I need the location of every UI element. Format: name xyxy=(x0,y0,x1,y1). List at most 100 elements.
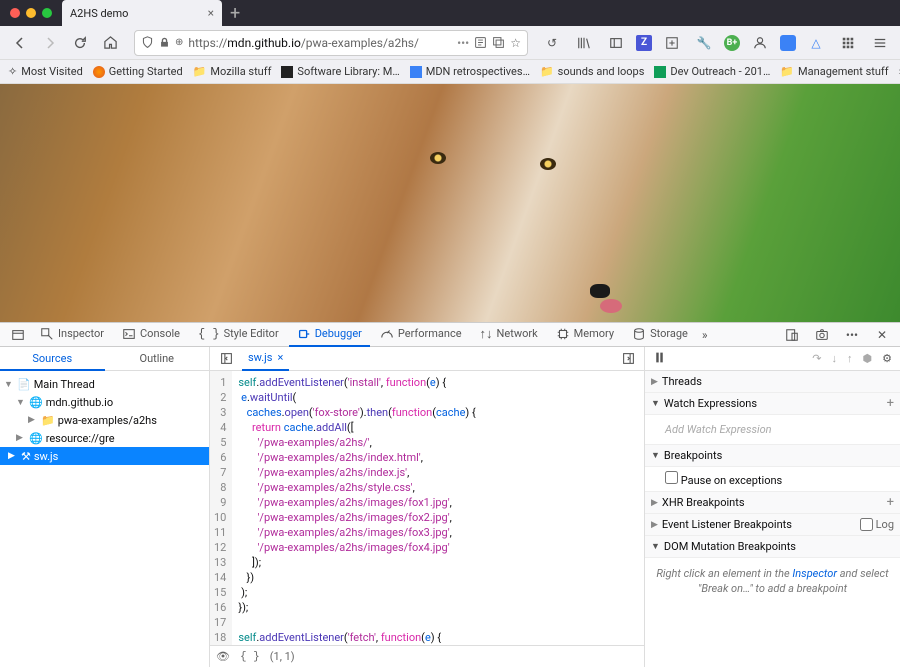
panel-xhr[interactable]: ▶XHR Breakpoints+ xyxy=(645,492,900,514)
pause-on-exceptions-checkbox[interactable]: Pause on exceptions xyxy=(665,474,782,487)
add-watch-icon[interactable]: + xyxy=(887,396,894,411)
devtools-menu-icon[interactable]: ••• xyxy=(840,323,864,347)
tab-network[interactable]: ↑↓Network xyxy=(472,323,546,347)
step-in-button[interactable]: ↓ xyxy=(832,352,838,365)
responsive-mode-icon[interactable] xyxy=(780,323,804,347)
panel-breakpoints[interactable]: ▼Breakpoints xyxy=(645,445,900,467)
panel-threads[interactable]: ▶Threads xyxy=(645,371,900,393)
editor-footer: 👁 { } (1, 1) xyxy=(210,645,644,667)
permissions-icon[interactable]: ⊕ xyxy=(175,37,183,48)
screenshot-icon[interactable] xyxy=(810,323,834,347)
ext-wrench-icon[interactable]: 🔧 xyxy=(692,31,716,55)
log-checkbox[interactable]: Log xyxy=(860,518,894,531)
ext-triangle-icon[interactable]: △ xyxy=(804,31,828,55)
close-window-icon[interactable] xyxy=(10,8,20,18)
panel-watch[interactable]: ▼Watch Expressions+ xyxy=(645,393,900,415)
reader-icon[interactable] xyxy=(474,36,487,49)
page-actions-icon[interactable]: ••• xyxy=(457,36,469,50)
bookmark-item[interactable]: 📁 sounds and loops xyxy=(540,65,644,78)
code-viewer[interactable]: 1234567891011121314151617181920 self.add… xyxy=(210,371,644,645)
pause-button[interactable] xyxy=(653,351,666,367)
code-editor: sw.js× 1234567891011121314151617181920 s… xyxy=(210,347,645,667)
deactivate-breakpoints-button[interactable]: ⬢ xyxy=(863,352,873,365)
window-tabs-bar: A2HS demo × + xyxy=(0,0,900,26)
bookmarks-toolbar: ✧ Most Visited Getting Started 📁 Mozilla… xyxy=(0,60,900,84)
sources-tab[interactable]: Sources xyxy=(0,347,105,371)
toggle-sources-icon[interactable] xyxy=(214,347,238,371)
tab-inspector[interactable]: Inspector xyxy=(32,323,112,347)
forward-button[interactable] xyxy=(38,31,62,55)
bookmark-item[interactable]: Dev Outreach - 201… xyxy=(654,65,770,78)
open-file-tab[interactable]: sw.js× xyxy=(242,347,289,371)
navigation-toolbar: ⊕ https://mdn.github.io/pwa-examples/a2h… xyxy=(0,26,900,60)
step-over-button[interactable]: ↷ xyxy=(812,352,821,365)
toolbar-right: ↺ Z 🔧 B+ △ xyxy=(540,31,892,55)
zoom-reset-icon[interactable] xyxy=(492,36,505,49)
tree-main-thread[interactable]: ▼📄 Main Thread xyxy=(0,375,209,393)
ext-green-icon[interactable]: B+ xyxy=(724,35,740,51)
tree-resource[interactable]: ▶🌐 resource://gre xyxy=(0,429,209,447)
prettify-icon[interactable]: { } xyxy=(240,651,260,663)
tab-title: A2HS demo xyxy=(70,7,128,20)
source-map-icon[interactable]: 👁 xyxy=(216,650,230,663)
panel-event[interactable]: ▶Event Listener BreakpointsLog xyxy=(645,514,900,536)
url-text: https://mdn.github.io/pwa-examples/a2hs/ xyxy=(188,36,452,50)
tree-folder[interactable]: ▶📁 pwa-examples/a2hs xyxy=(0,411,209,429)
watch-input[interactable]: Add Watch Expression xyxy=(665,419,892,440)
back-button[interactable] xyxy=(8,31,32,55)
ext-z-icon[interactable]: Z xyxy=(636,35,652,51)
tab-debugger[interactable]: Debugger xyxy=(289,323,370,347)
debugger-controls: ↷ ↓ ↑ ⬢ ⚙ xyxy=(645,347,900,371)
new-tab-button[interactable]: + xyxy=(222,3,248,24)
maximize-window-icon[interactable] xyxy=(42,8,52,18)
debugger-settings-icon[interactable]: ⚙ xyxy=(882,352,892,365)
tree-file-selected[interactable]: ▶⚒ sw.js xyxy=(0,447,209,465)
toggle-right-pane-icon[interactable] xyxy=(616,347,640,371)
close-tab-icon[interactable]: × xyxy=(208,6,214,20)
ext-grid-icon[interactable] xyxy=(836,31,860,55)
outline-tab[interactable]: Outline xyxy=(105,347,210,371)
address-bar[interactable]: ⊕ https://mdn.github.io/pwa-examples/a2h… xyxy=(134,30,528,56)
cursor-position: (1, 1) xyxy=(270,650,295,663)
devtools-close-icon[interactable]: ✕ xyxy=(870,323,894,347)
tab-console[interactable]: Console xyxy=(114,323,188,347)
fox-tongue-decoration xyxy=(600,299,622,313)
browser-tab[interactable]: A2HS demo × xyxy=(62,0,222,26)
tab-style-editor[interactable]: { }Style Editor xyxy=(190,323,287,347)
bookmark-item[interactable]: Getting Started xyxy=(93,65,183,78)
close-file-icon[interactable]: × xyxy=(278,351,284,364)
history-icon[interactable]: ↺ xyxy=(540,31,564,55)
bookmark-item[interactable]: MDN retrospectives… xyxy=(410,65,530,78)
ext-icon-1[interactable] xyxy=(660,31,684,55)
ext-blue-icon[interactable] xyxy=(780,35,796,51)
tree-domain[interactable]: ▼🌐 mdn.github.io xyxy=(0,393,209,411)
lock-icon[interactable] xyxy=(159,37,170,48)
sidebar-icon[interactable] xyxy=(604,31,628,55)
debugger-right-pane: ↷ ↓ ↑ ⬢ ⚙ ▶Threads ▼Watch Expressions+ A… xyxy=(645,347,900,667)
iframe-picker-icon[interactable] xyxy=(6,323,30,347)
devtools-overflow-icon[interactable]: » xyxy=(698,328,712,342)
minimize-window-icon[interactable] xyxy=(26,8,36,18)
devtools-tabbar: Inspector Console { }Style Editor Debugg… xyxy=(0,323,900,347)
tab-performance[interactable]: Performance xyxy=(372,323,470,347)
bookmark-item[interactable]: Software Library: M… xyxy=(281,65,399,78)
home-button[interactable] xyxy=(98,31,122,55)
account-icon[interactable] xyxy=(748,31,772,55)
step-out-button[interactable]: ↑ xyxy=(847,352,853,365)
bookmark-star-icon[interactable]: ☆ xyxy=(510,36,521,50)
fox-eye-decoration xyxy=(540,158,556,170)
menu-button[interactable] xyxy=(868,31,892,55)
add-xhr-icon[interactable]: + xyxy=(887,495,894,510)
page-content-image xyxy=(0,84,900,322)
bookmark-item[interactable]: 📁 Mozilla stuff xyxy=(193,65,272,78)
library-icon[interactable] xyxy=(572,31,596,55)
tab-storage[interactable]: Storage xyxy=(624,323,696,347)
reload-button[interactable] xyxy=(68,31,92,55)
panel-dom-mutation[interactable]: ▼DOM Mutation Breakpoints xyxy=(645,536,900,558)
bookmark-item[interactable]: ✧ Most Visited xyxy=(8,65,83,78)
bookmark-item[interactable]: 📁 Management stuff xyxy=(780,65,888,78)
tab-memory[interactable]: Memory xyxy=(548,323,622,347)
inspector-link[interactable]: Inspector xyxy=(792,567,837,580)
shield-icon[interactable] xyxy=(141,36,154,49)
devtools-panel: Inspector Console { }Style Editor Debugg… xyxy=(0,322,900,667)
